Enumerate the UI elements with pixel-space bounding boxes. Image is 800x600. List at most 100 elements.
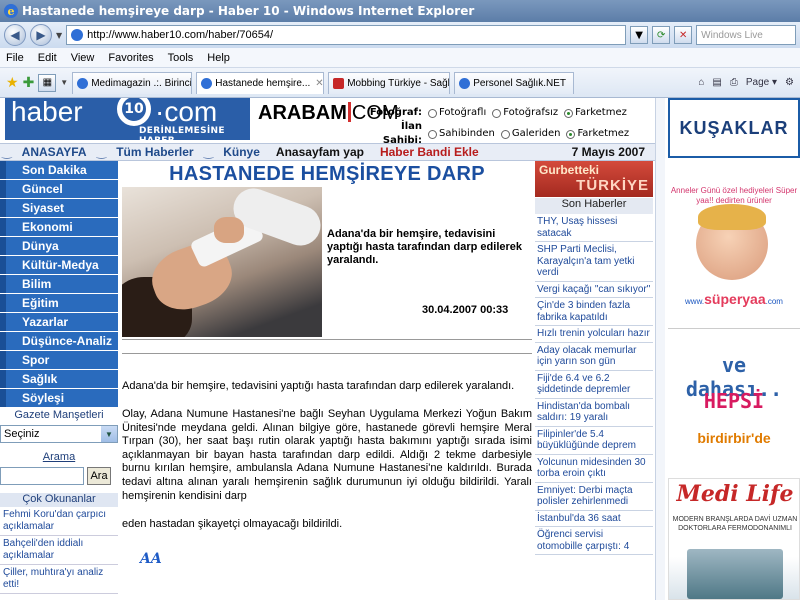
ads-column: KUŞAKLAR Anneler Günü özel hediyeleri Sü…	[668, 98, 800, 600]
column-divider	[655, 98, 665, 600]
radio-sahibinden[interactable]: Sahibinden	[428, 127, 495, 141]
article-body: Olay, Adana Numune Hastanesi'ne bağlı Se…	[122, 408, 532, 502]
anneler-gunu-ad-text[interactable]: Anneler Günü özel hediyeleri Süper yaa!!…	[668, 186, 800, 206]
radio-galeriden[interactable]: Galeriden	[500, 127, 560, 141]
kusaklar-ad[interactable]: KUŞAKLAR	[668, 98, 800, 158]
menu-soylesi[interactable]: Söyleşi	[0, 389, 118, 407]
news-item[interactable]: Fiji'de 6.4 ve 6.2 şiddetinde depremler	[535, 371, 653, 399]
tools-gear-icon[interactable]: ⚙	[785, 77, 794, 88]
menu-file[interactable]: File	[6, 52, 24, 64]
menu-favorites[interactable]: Favorites	[108, 52, 153, 64]
window-title: Hastanede hemşireye darp - Haber 10 - Wi…	[22, 4, 475, 18]
menu-spor[interactable]: Spor	[0, 351, 118, 369]
left-sidebar: Son Dakika Güncel Siyaset Ekonomi Dünya …	[0, 161, 118, 594]
menu-kultur-medya[interactable]: Kültür-Medya	[0, 256, 118, 274]
haber10-logo[interactable]: haber 10 ·com DERİNLEMESİNE HABER	[5, 98, 250, 146]
home-icon[interactable]: ⌂	[698, 77, 704, 88]
nav-tum-haberler[interactable]: Tüm Haberler	[108, 145, 201, 159]
radio-fotografsiz[interactable]: Fotoğrafsız	[492, 106, 558, 120]
news-item[interactable]: SHP Parti Meclisi, Karayalçın'a tam yetk…	[535, 242, 653, 282]
article-summary: Adana'da bir hemşire, tedavisini yaptığı…	[327, 228, 523, 266]
list-item[interactable]: Fehmi Koru'dan çarpıcı açıklamalar	[0, 507, 118, 536]
menu-edit[interactable]: Edit	[38, 52, 57, 64]
menu-son-dakika[interactable]: Son Dakika	[0, 161, 118, 179]
site-search-input[interactable]	[0, 467, 84, 485]
url-input[interactable]: http://www.haber10.com/haber/70654/	[66, 25, 627, 45]
nav-anasayfam-yap[interactable]: Anasayfam yap	[268, 145, 372, 159]
tab-list-dropdown-icon[interactable]: ▼	[60, 78, 68, 87]
divider	[122, 339, 532, 340]
tab-hastanede[interactable]: Hastanede hemşire... ✕	[196, 71, 325, 94]
refresh-icon[interactable]: ⟳	[652, 26, 671, 44]
menu-view[interactable]: View	[71, 52, 95, 64]
menu-egitim[interactable]: Eğitim	[0, 294, 118, 312]
history-dropdown-icon[interactable]: ▼	[56, 31, 62, 40]
current-date: 7 Mayıs 2007	[571, 145, 645, 159]
news-item[interactable]: Emniyet: Derbi maçta polisler zehirlenme…	[535, 483, 653, 511]
superyaa-ad[interactable]: www.süperyaa.com	[668, 291, 800, 307]
menu-dunya[interactable]: Dünya	[0, 237, 118, 255]
menu-siyaset[interactable]: Siyaset	[0, 199, 118, 217]
search-button[interactable]: Ara	[87, 467, 111, 485]
favorites-star-icon[interactable]: ★	[6, 74, 19, 91]
news-item[interactable]: Hindistan'da bombalı saldırı: 19 yaralı	[535, 399, 653, 427]
tab-medimagazin[interactable]: Medimagazin .:. Birinci ...	[72, 71, 193, 94]
tab-close-icon[interactable]: ✕	[315, 78, 323, 89]
news-item[interactable]: Çin'de 3 binden fazla fabrika kapatıldı	[535, 298, 653, 326]
menu-dusunce-analiz[interactable]: Düşünce-Analiz	[0, 332, 118, 350]
gazete-select[interactable]: Seçiniz ▼	[0, 425, 118, 443]
news-item[interactable]: Hızlı trenin yolcuları hazır	[535, 326, 653, 343]
news-item[interactable]: Filipinler'de 5.4 büyüklüğünde deprem	[535, 427, 653, 455]
add-favorites-icon[interactable]: ✚	[23, 74, 35, 91]
radio-fotograf-farketmez[interactable]: Farketmez	[564, 106, 627, 120]
menu-bar: File Edit View Favorites Tools Help	[0, 48, 800, 68]
chevron-down-icon: ▼	[101, 426, 117, 442]
radio-ilan-farketmez[interactable]: Farketmez	[566, 127, 629, 141]
quick-tabs-icon[interactable]: ▦	[38, 73, 57, 92]
nav-haber-bandi[interactable]: Haber Bandi Ekle	[372, 145, 487, 159]
tab-personel[interactable]: Personel Sağlık.NET	[454, 71, 575, 94]
feeds-icon[interactable]: ▤	[712, 77, 721, 88]
news-item[interactable]: Öğrenci servisi otomobille çarpıştı: 4	[535, 527, 653, 555]
live-search-input[interactable]: Windows Live	[696, 25, 797, 45]
nav-anasayfa[interactable]: ANASAYFA	[14, 145, 95, 159]
forward-button[interactable]: ▶	[30, 24, 52, 46]
tab-mobbing[interactable]: Mobbing Türkiye - Sağlı...	[328, 71, 451, 94]
news-item[interactable]: Vergi kaçağı "can sıkıyor"	[535, 282, 653, 298]
url-dropdown-icon[interactable]: ▼	[630, 26, 649, 44]
gurbetteki-turkiye-banner[interactable]: Gurbetteki TÜRKİYE	[535, 161, 653, 197]
menu-yazarlar[interactable]: Yazarlar	[0, 313, 118, 331]
news-item[interactable]: THY, Usaş hissesi satacak	[535, 214, 653, 242]
arama-label: Arama	[42, 451, 76, 463]
page-menu-button[interactable]: Page ▾	[746, 77, 777, 88]
news-item[interactable]: Aday olacak memurlar için yarın son gün	[535, 343, 653, 371]
menu-tools[interactable]: Tools	[168, 52, 194, 64]
article-datetime: 30.04.2007 00:33	[422, 304, 509, 316]
birdirbir-ad[interactable]: birdirbir'de	[668, 430, 800, 446]
menu-bilim[interactable]: Bilim	[0, 275, 118, 293]
chevron-icon: ‿	[2, 145, 12, 159]
menu-guncel[interactable]: Güncel	[0, 180, 118, 198]
news-item[interactable]: İstanbul'da 36 saat	[535, 511, 653, 527]
radio-fotografli[interactable]: Fotoğraflı	[428, 106, 486, 120]
back-button[interactable]: ◀	[4, 24, 26, 46]
stop-icon[interactable]: ✕	[674, 26, 693, 44]
hepsi-ad[interactable]: HEPSİ	[668, 389, 800, 413]
list-item[interactable]: Bahçeli'den iddialı açıklamalar	[0, 536, 118, 565]
top-nav: ‿ ANASAYFA ‿ Tüm Haberler ‿ Künye Anasay…	[0, 143, 655, 161]
menu-ekonomi[interactable]: Ekonomi	[0, 218, 118, 236]
news-item[interactable]: Yolcunun midesinden 30 torba eroin çıktı	[535, 455, 653, 483]
page-viewport: haber 10 ·com DERİNLEMESİNE HABER ARABAM…	[0, 98, 800, 600]
gazete-mansetleri-label: Gazete Manşetleri	[14, 409, 104, 421]
nav-kunye[interactable]: Künye	[215, 145, 268, 159]
page-favicon-icon	[71, 29, 84, 41]
medilife-ad[interactable]: Medi Life MODERN BRANŞLARDA DAVİ UZMAN D…	[668, 478, 800, 600]
divider	[668, 328, 800, 329]
url-text: http://www.haber10.com/haber/70654/	[87, 29, 274, 41]
list-item[interactable]: Çiller, muhtıra'yı analiz etti!	[0, 565, 118, 594]
print-icon[interactable]: ⎙	[730, 77, 738, 88]
address-bar: ◀ ▶ ▼ http://www.haber10.com/haber/70654…	[0, 22, 800, 48]
menu-help[interactable]: Help	[207, 52, 230, 64]
son-haberler-title: Son Haberler	[535, 198, 653, 214]
menu-saglik[interactable]: Sağlık	[0, 370, 118, 388]
